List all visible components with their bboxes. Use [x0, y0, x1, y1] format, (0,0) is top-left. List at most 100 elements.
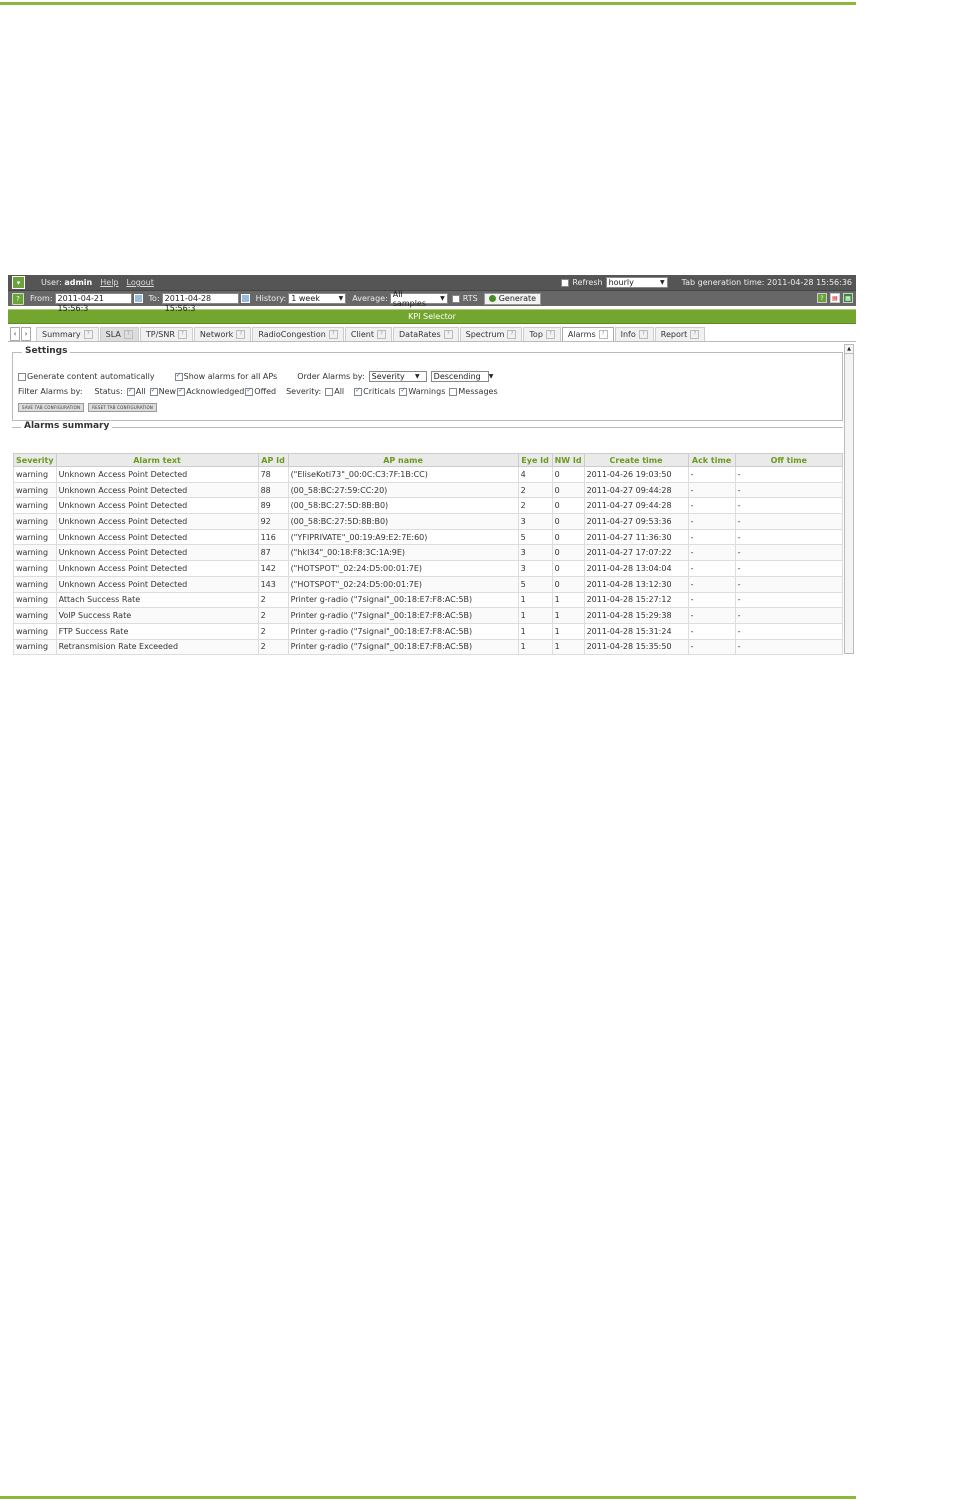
help-icon[interactable]: ?	[12, 292, 24, 305]
history-select[interactable]: 1 week ▼	[288, 293, 347, 304]
help-icon[interactable]: ?	[236, 330, 246, 339]
table-row[interactable]: warning Retransmision Rate Exceeded 2 Print…	[13, 638, 844, 656]
table-row[interactable]: warning Unknown Access Point Detected 142(…	[13, 560, 844, 577]
tab-generation-time: Tab generation time: 2011-04-28 15:56:36	[681, 278, 852, 287]
help-icon[interactable]: ?	[443, 330, 453, 339]
generate-button[interactable]: Generate	[483, 292, 542, 305]
help-icon[interactable]: ?	[690, 330, 700, 339]
column-header[interactable]: Off time	[734, 453, 844, 467]
tab-radiocongestion[interactable]: RadioCongestion?	[252, 327, 344, 341]
severity-warnings-checkbox[interactable]	[399, 386, 408, 396]
table-cell: -	[734, 575, 844, 593]
tab-label: Report	[660, 330, 688, 339]
average-select[interactable]: All samples ▼	[389, 290, 448, 308]
help-link[interactable]: Help	[100, 278, 118, 287]
column-header[interactable]: Severity	[13, 453, 57, 467]
pdf-icon[interactable]: ▤	[830, 293, 840, 303]
tab-label: TP/SNR	[145, 330, 175, 339]
status-ack-checkbox[interactable]	[177, 386, 186, 396]
table-row[interactable]: warning Unknown Access Point Detected 89 (0…	[13, 497, 844, 515]
table-cell: Printer g-radio ("7signal"_00:18:E7:F8:A…	[287, 622, 519, 640]
table-row[interactable]: warning FTP Success Rate 2 Printer g-radio …	[13, 622, 844, 640]
table-row[interactable]: warning Unknown Access Point Detected 78 ("…	[13, 466, 844, 483]
table-cell: warning	[13, 466, 57, 483]
refresh-icon	[488, 295, 496, 302]
table-row[interactable]: warning Unknown Access Point Detected 87 ("…	[13, 544, 844, 562]
reset-tab-config-button[interactable]: RESET TAB CONFIGURATION	[88, 403, 157, 412]
tab-tp-snr[interactable]: TP/SNR?	[139, 327, 193, 341]
help-icon[interactable]: ?	[377, 330, 387, 339]
refresh-select[interactable]: hourly ▼	[605, 277, 668, 288]
column-header[interactable]: NW Id	[551, 453, 585, 467]
column-header[interactable]: Create time	[583, 453, 689, 467]
column-header[interactable]: AP Id	[257, 453, 289, 467]
status-all-checkbox[interactable]	[126, 386, 135, 396]
app-logo-icon[interactable]: ▾	[12, 276, 25, 289]
table-row[interactable]: warning Unknown Access Point Detected 143(…	[13, 575, 844, 593]
rts-checkbox[interactable]	[451, 294, 460, 303]
help-icon[interactable]: ?	[598, 330, 608, 339]
table-cell: 143	[257, 575, 289, 593]
tab-top[interactable]: Top?	[523, 327, 561, 341]
help-icon[interactable]: ?	[123, 330, 133, 339]
table-row[interactable]: warning Attach Success Rate 2 Printer g-rad…	[13, 591, 844, 609]
scroll-up-icon[interactable]: ▲	[845, 345, 853, 354]
table-cell: ("HOTSPOT"_02:24:D5:00:01:7E)	[287, 560, 519, 577]
help-icon[interactable]: ?	[817, 293, 827, 303]
column-header[interactable]: Ack time	[687, 453, 736, 467]
alarms-summary-panel: Alarms summary	[12, 421, 843, 431]
tab-client[interactable]: Client?	[344, 327, 393, 341]
tab-info[interactable]: Info?	[614, 327, 654, 341]
refresh-checkbox[interactable]	[561, 278, 570, 287]
help-icon[interactable]: ?	[507, 330, 517, 339]
to-date-input[interactable]: 2011-04-28 15:56:3	[161, 293, 239, 313]
tab-summary[interactable]: Summary?	[36, 327, 99, 341]
column-header[interactable]: Eye Id	[517, 453, 553, 467]
help-icon[interactable]: ?	[545, 330, 555, 339]
calendar-icon[interactable]	[240, 294, 250, 303]
logout-link[interactable]: Logout	[127, 278, 154, 287]
order-direction-select[interactable]: Descending ▼	[430, 371, 493, 382]
table-cell: 0	[551, 481, 585, 499]
status-new-checkbox[interactable]	[149, 386, 158, 396]
column-header[interactable]: Alarm text	[55, 453, 259, 467]
severity-all-checkbox[interactable]	[325, 387, 334, 396]
save-tab-config-button[interactable]: SAVE TAB CONFIGURATION	[18, 403, 85, 412]
spreadsheet-icon[interactable]: ▦	[843, 293, 853, 303]
help-icon[interactable]: ?	[177, 330, 187, 339]
help-icon[interactable]: ?	[328, 330, 338, 339]
from-date-input[interactable]: 2011-04-21 15:56:3	[54, 293, 132, 313]
tab-scroll-left-icon[interactable]: ‹	[10, 327, 20, 341]
table-cell: 1	[517, 607, 553, 624]
status-offed-checkbox[interactable]	[245, 386, 254, 396]
table-row[interactable]: warning VoIP Success Rate 2 Printer g-radio…	[13, 607, 844, 624]
status-all-label: All	[135, 387, 146, 396]
severity-criticals-checkbox[interactable]	[354, 386, 363, 396]
tab-datarates[interactable]: DataRates?	[393, 327, 459, 341]
tab-spectrum[interactable]: Spectrum?	[459, 327, 523, 341]
tab-network[interactable]: Network?	[193, 327, 252, 341]
tab-alarms[interactable]: Alarms?	[561, 327, 614, 341]
table-cell: warning	[13, 622, 57, 640]
generate-auto-checkbox[interactable]	[18, 372, 26, 381]
column-header[interactable]: AP name	[287, 453, 519, 467]
table-row[interactable]: warning Unknown Access Point Detected 92 (0…	[13, 513, 844, 530]
tab-sla[interactable]: SLA?	[99, 327, 139, 341]
tab-report[interactable]: Report?	[654, 327, 706, 341]
status-ack-label: Acknowledged	[186, 387, 245, 396]
help-icon[interactable]: ?	[83, 330, 93, 339]
show-all-aps-checkbox[interactable]	[174, 371, 183, 381]
help-icon[interactable]: ?	[638, 330, 648, 339]
kpi-selector-bar[interactable]: KPI Selector	[8, 309, 856, 324]
from-label: From:	[30, 294, 53, 303]
order-select[interactable]: Severity ▼	[368, 371, 427, 382]
severity-messages-checkbox[interactable]	[449, 387, 458, 396]
severity-criticals-label: Criticals	[363, 387, 396, 396]
calendar-icon[interactable]	[133, 294, 143, 303]
table-row[interactable]: warning Unknown Access Point Detected 88 (0…	[13, 481, 844, 499]
tab-scroll-right-icon[interactable]: ›	[21, 327, 31, 341]
table-cell: 5	[517, 528, 553, 546]
vertical-scrollbar[interactable]: ▲	[844, 344, 854, 654]
table-row[interactable]: warning Unknown Access Point Detected 116(…	[13, 528, 844, 546]
table-cell: 2011-04-28 15:31:24	[583, 622, 689, 640]
